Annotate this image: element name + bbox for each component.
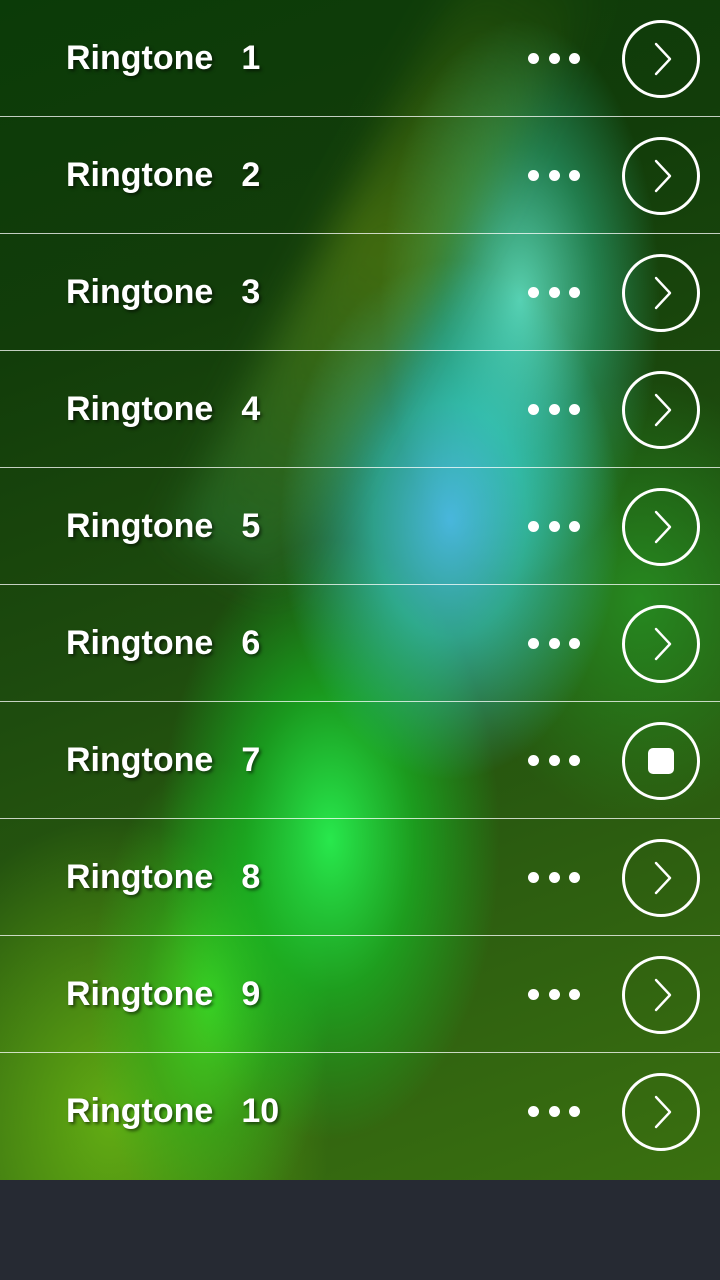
- more-dots-icon[interactable]: [528, 166, 580, 184]
- chevron-right-circle-icon[interactable]: [622, 1073, 700, 1151]
- more-dots-icon[interactable]: [528, 517, 580, 535]
- ringtone-label: Ringtone: [66, 39, 214, 77]
- chevron-right-circle-icon[interactable]: [622, 839, 700, 917]
- ringtone-label: Ringtone: [66, 741, 214, 779]
- ringtone-number: 7: [241, 741, 261, 779]
- more-dots-icon[interactable]: [528, 1102, 580, 1120]
- ringtone-number: 6: [241, 624, 261, 662]
- chevron-right-icon: [654, 42, 672, 76]
- ringtone-title: Ringtone 3: [66, 234, 260, 350]
- more-dots-icon[interactable]: [528, 634, 580, 652]
- ringtone-title: Ringtone 6: [66, 585, 260, 701]
- ringtone-title: Ringtone 7: [66, 702, 260, 818]
- ringtone-row[interactable]: Ringtone 10: [0, 1053, 720, 1180]
- ringtone-list: Ringtone 1 Ringtone 2 Ringtone 3 Ringtone 4 Ring…: [0, 0, 720, 1180]
- ringtone-row[interactable]: Ringtone 2: [0, 117, 720, 234]
- chevron-right-icon: [654, 627, 672, 661]
- chevron-right-icon: [654, 393, 672, 427]
- more-dots-icon[interactable]: [528, 49, 580, 67]
- chevron-right-circle-icon[interactable]: [622, 20, 700, 98]
- ringtone-row[interactable]: Ringtone 8: [0, 819, 720, 936]
- ringtone-title: Ringtone 5: [66, 468, 260, 584]
- chevron-right-circle-icon[interactable]: [622, 137, 700, 215]
- chevron-right-circle-icon[interactable]: [622, 254, 700, 332]
- chevron-right-circle-icon[interactable]: [622, 371, 700, 449]
- ringtone-row[interactable]: Ringtone 9: [0, 936, 720, 1053]
- chevron-right-circle-icon[interactable]: [622, 605, 700, 683]
- ringtone-number: 4: [241, 390, 261, 428]
- ringtone-title: Ringtone 10: [66, 1053, 279, 1169]
- ringtone-label: Ringtone: [66, 156, 214, 194]
- chevron-right-icon: [654, 159, 672, 193]
- ringtone-title: Ringtone 4: [66, 351, 260, 467]
- more-dots-icon[interactable]: [528, 400, 580, 418]
- ringtone-row[interactable]: Ringtone 6: [0, 585, 720, 702]
- ringtone-label: Ringtone: [66, 390, 214, 428]
- ringtone-screen: Ringtone 1 Ringtone 2 Ringtone 3 Ringtone 4 Ring…: [0, 0, 720, 1280]
- ringtone-label: Ringtone: [66, 624, 214, 662]
- chevron-right-icon: [654, 978, 672, 1012]
- stop-square-icon: [648, 748, 674, 774]
- chevron-right-icon: [654, 276, 672, 310]
- ringtone-row[interactable]: Ringtone 5: [0, 468, 720, 585]
- ringtone-row[interactable]: Ringtone 1: [0, 0, 720, 117]
- bottom-bar: [0, 1180, 720, 1280]
- chevron-right-icon: [654, 861, 672, 895]
- ringtone-title: Ringtone 2: [66, 117, 260, 233]
- ringtone-label: Ringtone: [66, 273, 214, 311]
- ringtone-row[interactable]: Ringtone 3: [0, 234, 720, 351]
- more-dots-icon[interactable]: [528, 283, 580, 301]
- chevron-right-icon: [654, 510, 672, 544]
- ringtone-number: 8: [241, 858, 261, 896]
- chevron-right-icon: [654, 1095, 672, 1129]
- ringtone-number: 5: [241, 507, 261, 545]
- ringtone-label: Ringtone: [66, 507, 214, 545]
- ringtone-label: Ringtone: [66, 1092, 214, 1130]
- ringtone-number: 9: [241, 975, 261, 1013]
- ringtone-number: 3: [241, 273, 261, 311]
- chevron-right-circle-icon[interactable]: [622, 956, 700, 1034]
- ringtone-row[interactable]: Ringtone 4: [0, 351, 720, 468]
- more-dots-icon[interactable]: [528, 751, 580, 769]
- ringtone-row[interactable]: Ringtone 7: [0, 702, 720, 819]
- more-dots-icon[interactable]: [528, 868, 580, 886]
- ringtone-title: Ringtone 1: [66, 0, 260, 116]
- ringtone-number: 1: [241, 39, 261, 77]
- more-dots-icon[interactable]: [528, 985, 580, 1003]
- chevron-right-circle-icon[interactable]: [622, 488, 700, 566]
- stop-circle-icon[interactable]: [622, 722, 700, 800]
- ringtone-label: Ringtone: [66, 975, 214, 1013]
- ringtone-title: Ringtone 9: [66, 936, 260, 1052]
- ringtone-label: Ringtone: [66, 858, 214, 896]
- ringtone-number: 2: [241, 156, 261, 194]
- ringtone-title: Ringtone 8: [66, 819, 260, 935]
- ringtone-number: 10: [241, 1092, 280, 1130]
